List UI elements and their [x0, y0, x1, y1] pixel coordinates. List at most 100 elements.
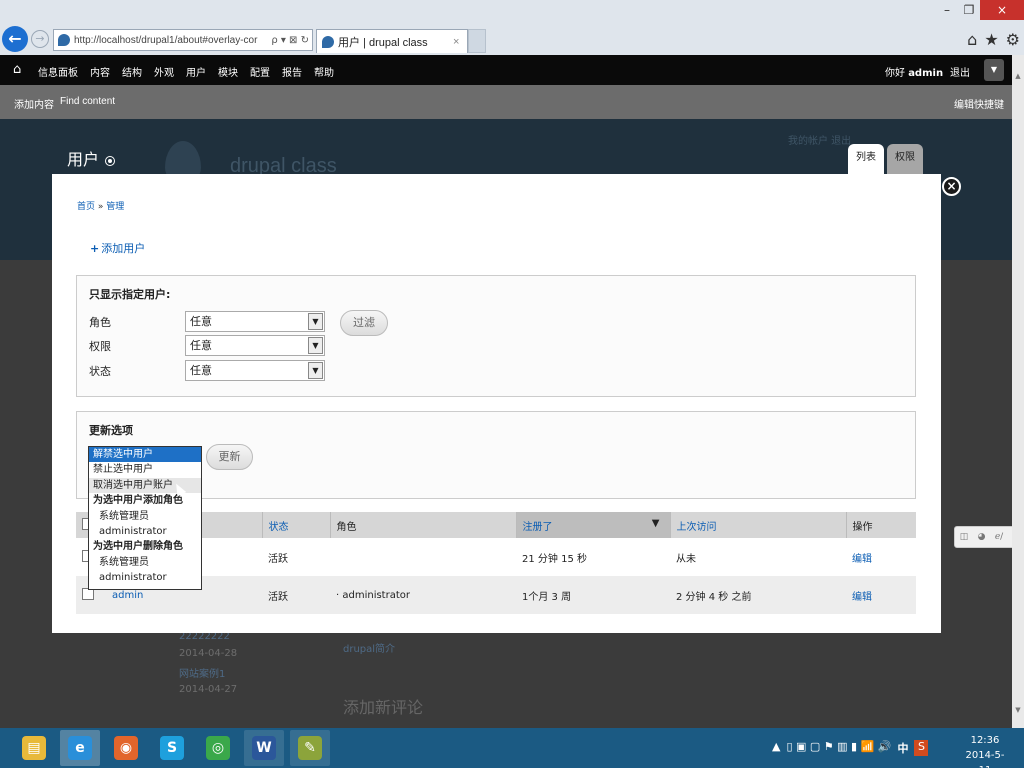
filter-button[interactable]: 过滤 [340, 310, 388, 336]
scroll-up-icon[interactable]: ▲ [1012, 72, 1024, 84]
scroll-down-icon[interactable]: ▼ [1012, 706, 1024, 718]
bg-list-date: 2014-04-27 [179, 684, 238, 695]
add-shortcut-icon[interactable] [105, 155, 116, 166]
tab-title: 用户 | drupal class [338, 36, 428, 49]
logout-link[interactable]: 退出 [950, 64, 970, 79]
member-for-header[interactable]: 注册了 ▼ [515, 512, 670, 538]
member-for-sort-link[interactable]: 注册了 [523, 522, 553, 533]
page-title: 用户 [67, 150, 100, 169]
address-url[interactable]: http://localhost/drupal1/about#overlay-c… [74, 35, 260, 46]
update-legend: 更新选项 [89, 424, 133, 437]
last-access-header[interactable]: 上次访问 [669, 512, 846, 538]
system-tray: ▲ ▯ ▣ ▢ ⚑ ▥ ▮ 📶 🔊 中 S [772, 740, 929, 756]
toolbar-item-dashboard[interactable]: 信息面板 [38, 64, 78, 79]
chevron-down-icon: ▼ [308, 337, 323, 354]
toolbar-home-icon[interactable]: ⌂ [13, 62, 21, 77]
toolbar-item-appearance[interactable]: 外观 [154, 64, 174, 79]
skype-icon: S [160, 736, 184, 760]
back-arrow-icon: ← [8, 29, 22, 48]
taskbar-chrome[interactable]: ◎ [198, 730, 238, 766]
toolbar-item-help[interactable]: 帮助 [314, 64, 334, 79]
dropdown-option[interactable]: 解禁选中用户 [89, 447, 201, 463]
dropdown-option[interactable]: 系统管理员 [89, 555, 201, 570]
back-button[interactable]: ← [2, 26, 28, 52]
shortcut-add-content[interactable]: 添加内容 [14, 96, 54, 111]
last-access-sort-link[interactable]: 上次访问 [677, 522, 717, 533]
toolbar-item-configuration[interactable]: 配置 [250, 64, 270, 79]
overlay-title: 用户 [67, 146, 116, 170]
toolbar-item-people[interactable]: 用户 [186, 64, 206, 79]
browser-right-icons: ⌂ ★ ⚙ [967, 30, 1020, 49]
add-user-link[interactable]: + 添加用户 [90, 240, 145, 256]
browser-tab[interactable]: 用户 | drupal class × [316, 29, 468, 53]
taskbar-firefox[interactable]: ◉ [106, 730, 146, 766]
chevron-down-icon: ▼ [308, 362, 323, 379]
edit-shortcuts-link[interactable]: 编辑快捷键 [954, 96, 1004, 111]
toolbar-item-modules[interactable]: 模块 [218, 64, 238, 79]
toolbar-drawer-toggle[interactable]: ▼ [984, 59, 1004, 81]
toolbar-item-content[interactable]: 内容 [90, 64, 110, 79]
tab-list[interactable]: 列表 [848, 144, 884, 174]
page-scrollbar[interactable]: ▲ ▼ [1012, 55, 1024, 728]
toolbar-item-reports[interactable]: 报告 [282, 64, 302, 79]
dropdown-optgroup: 为选中用户删除角色 [93, 541, 183, 553]
tab-close-icon[interactable]: × [453, 36, 467, 48]
widget-moon-icon[interactable]: ◕ [978, 532, 986, 542]
member-for-cell: 21 分钟 15 秒 [516, 538, 670, 576]
dropdown-option[interactable]: 禁止选中用户 [89, 462, 201, 477]
address-tools[interactable]: ρ ▾ ⊠ ↻ [260, 35, 312, 46]
close-window-button[interactable]: × [980, 0, 1024, 20]
dropdown-option[interactable]: 系统管理员 [89, 509, 201, 524]
filter-status-select[interactable]: 任意 ▼ [185, 360, 325, 381]
filter-label-status: 状态 [89, 365, 111, 378]
ime-indicator[interactable]: 中 [897, 740, 908, 756]
shortcut-find-content[interactable]: Find content [60, 96, 115, 107]
taskbar-internet-explorer[interactable]: e [60, 730, 100, 766]
favorites-star-icon[interactable]: ★ [984, 30, 998, 49]
widget-book-icon[interactable]: ◫ [960, 532, 969, 542]
tray-icons[interactable]: ▯ ▣ ▢ ⚑ ▥ ▮ 📶 🔊 [786, 740, 891, 756]
toolbar-item-structure[interactable]: 结构 [122, 64, 142, 79]
forward-button[interactable]: → [31, 30, 49, 48]
breadcrumb-admin[interactable]: 管理 [106, 202, 124, 212]
status-cell: 活跃 [262, 576, 330, 614]
bg-comment-heading: 添加新评论 [343, 698, 424, 717]
taskbar-word[interactable]: W [244, 730, 284, 766]
new-tab-button[interactable] [468, 29, 486, 53]
restore-button[interactable]: ❐ [958, 0, 980, 20]
username-link[interactable]: admin [112, 590, 143, 601]
forward-arrow-icon: → [35, 32, 45, 45]
minimize-button[interactable]: – [936, 0, 958, 20]
table-header-row: 状态 角色 注册了 ▼ 上次访问 操作 [76, 512, 916, 538]
tab-permissions[interactable]: 权限 [887, 144, 923, 174]
plus-icon: + [90, 242, 100, 255]
shortcut-bar: 添加内容 Find content 编辑快捷键 [0, 85, 1012, 119]
table-row: admin 活跃 · administrator 1个月 3 周 2 分钟 4 … [76, 576, 916, 614]
system-clock[interactable]: 12:36 2014-5-11 [960, 733, 1010, 768]
update-button[interactable]: 更新 [206, 444, 253, 470]
filter-permission-select[interactable]: 任意 ▼ [185, 335, 325, 356]
taskbar-skype[interactable]: S [152, 730, 192, 766]
edit-user-link[interactable]: 编辑 [852, 554, 872, 565]
widget-translate-icon[interactable]: ℯ/ [995, 532, 1003, 542]
dropdown-option[interactable]: administrator [89, 524, 201, 539]
dropdown-option[interactable]: administrator [89, 570, 201, 585]
taskbar-file-explorer[interactable]: ▤ [14, 730, 54, 766]
home-icon[interactable]: ⌂ [967, 30, 977, 49]
taskbar-notepad[interactable]: ✎ [290, 730, 330, 766]
edit-user-link[interactable]: 编辑 [852, 592, 872, 603]
show-hidden-icons[interactable]: ▲ [772, 740, 780, 756]
toolbar-username[interactable]: admin [908, 68, 943, 79]
address-bar[interactable]: http://localhost/drupal1/about#overlay-c… [53, 29, 313, 51]
status-sort-link[interactable]: 状态 [269, 522, 289, 533]
settings-gear-icon[interactable]: ⚙ [1006, 30, 1020, 49]
chevron-down-icon: ▼ [308, 313, 323, 330]
sogou-input-icon[interactable]: S [914, 740, 929, 756]
users-table: 状态 角色 注册了 ▼ 上次访问 操作 活跃 21 分钟 15 秒 从未 编辑 [76, 512, 916, 614]
close-overlay-icon[interactable]: × [942, 177, 961, 196]
update-operation-dropdown[interactable]: 解禁选中用户 禁止选中用户 取消选中用户账户 为选中用户添加角色 系统管理员 a… [88, 446, 202, 590]
filter-role-select[interactable]: 任意 ▼ [185, 311, 325, 332]
breadcrumb-home[interactable]: 首页 [77, 202, 95, 212]
clock-time: 12:36 [970, 735, 1000, 746]
status-header[interactable]: 状态 [261, 512, 330, 538]
